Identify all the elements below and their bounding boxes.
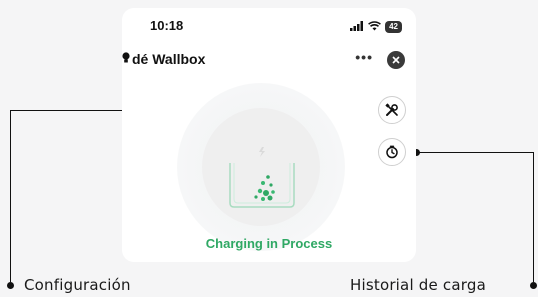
- callout-dot-history: [530, 282, 537, 289]
- more-button[interactable]: •••: [355, 49, 373, 65]
- callout-dot-config: [7, 282, 14, 289]
- page-title-text: dé Wallbox: [132, 51, 206, 67]
- phone-screen: 10:18 42 dé Wallbox ••• Charging in Proc…: [122, 8, 416, 262]
- wifi-icon: [368, 18, 382, 36]
- status-time: 10:18: [150, 18, 184, 33]
- callout-line-history-vertical: [533, 152, 534, 282]
- battery-indicator: 42: [385, 21, 402, 33]
- callout-line-config-vertical: [10, 110, 11, 282]
- close-icon: [392, 56, 400, 64]
- charging-history-button[interactable]: [378, 138, 406, 166]
- callout-line-history-horizontal: [416, 152, 534, 153]
- callout-label-historial: Historial de carga: [350, 276, 486, 294]
- settings-button[interactable]: [378, 96, 406, 124]
- callout-label-configuracion: Configuración: [24, 276, 131, 294]
- signal-icon: [350, 18, 364, 36]
- charging-animation-icon: [229, 147, 295, 208]
- page-title: dé Wallbox: [122, 51, 205, 67]
- close-button[interactable]: [387, 51, 405, 69]
- timer-icon: [386, 145, 398, 159]
- wrench-screwdriver-icon: [385, 103, 398, 116]
- bulb-icon: [122, 51, 130, 67]
- status-icons: 42: [350, 18, 402, 36]
- charging-status-text: Charging in Process: [205, 236, 333, 251]
